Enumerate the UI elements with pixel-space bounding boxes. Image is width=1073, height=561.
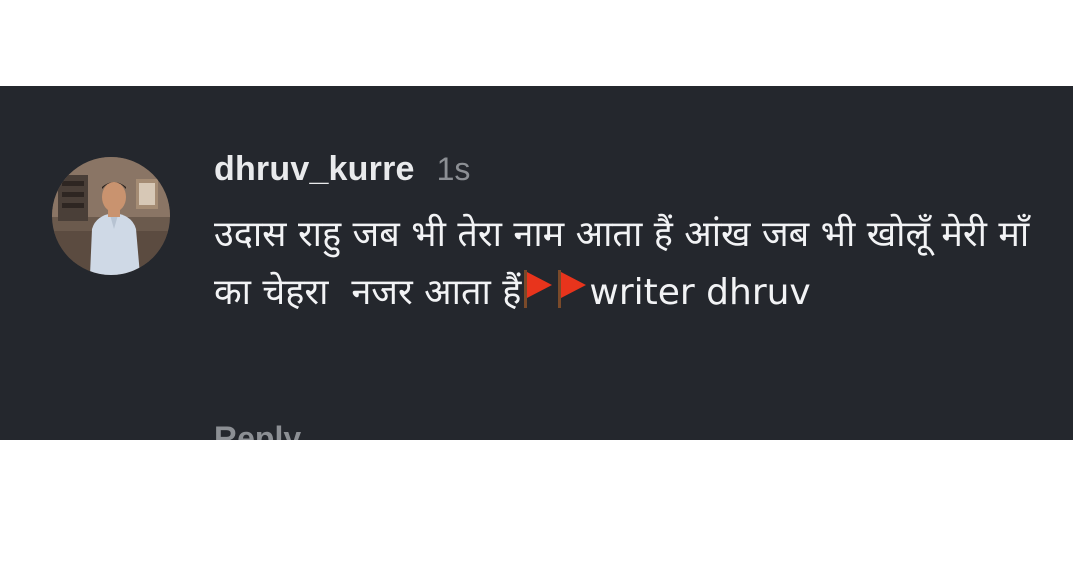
comment-card: dhruv_kurre 1s उदास राहु जब भी तेरा नाम … bbox=[0, 86, 1073, 440]
screenshot-canvas: dhruv_kurre 1s उदास राहु जब भी तेरा नाम … bbox=[0, 0, 1073, 561]
timestamp: 1s bbox=[436, 151, 471, 187]
username[interactable]: dhruv_kurre bbox=[214, 150, 415, 189]
reply-button[interactable]: Reply bbox=[214, 420, 301, 440]
avatar[interactable] bbox=[52, 157, 170, 275]
comment-body: dhruv_kurre 1s उदास राहु जब भी तेरा नाम … bbox=[214, 150, 1044, 322]
avatar-photo bbox=[52, 157, 170, 275]
red-flag-icon bbox=[523, 268, 553, 308]
comment-meta: dhruv_kurre 1s bbox=[214, 150, 1044, 198]
comment-text-signature: writer dhruv bbox=[589, 272, 811, 313]
red-flag-icon bbox=[557, 268, 587, 308]
comment-text: उदास राहु जब भी तेरा नाम आता हैं आंख जब … bbox=[214, 206, 1044, 322]
